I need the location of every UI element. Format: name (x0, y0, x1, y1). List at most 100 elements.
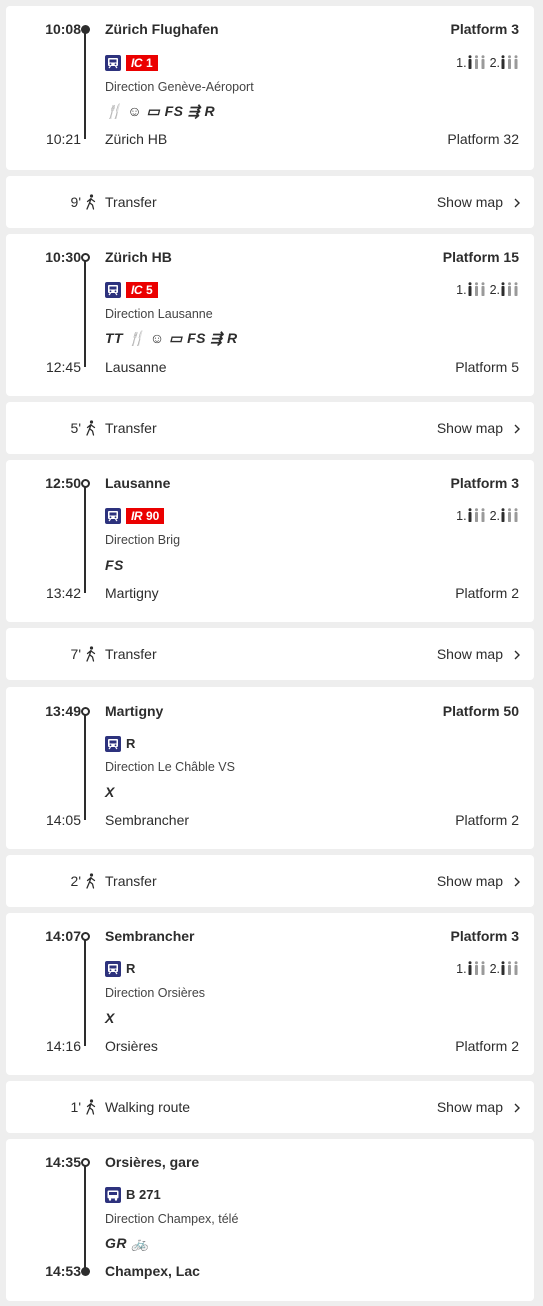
show-map-link[interactable]: Show map (437, 872, 503, 890)
direction-text: Direction Brig (105, 533, 181, 547)
direction-text: Direction Orsières (105, 986, 206, 1000)
arrival-time: 14:16 (45, 1038, 81, 1054)
arrival-time: 14:05 (45, 812, 81, 828)
departure-time: 14:07 (45, 928, 81, 944)
departure-time: 12:50 (45, 475, 81, 491)
walking-icon (84, 646, 98, 662)
line-badge: IC 5 (126, 282, 158, 298)
walking-icon (84, 420, 98, 436)
occupancy-indicator: 1. 2. (456, 282, 519, 298)
train-icon (105, 961, 121, 977)
direction-text: Direction Le Châble VS (105, 760, 235, 774)
arrival-platform: Platform 5 (455, 359, 519, 375)
transfer-duration: 1' (70, 1099, 81, 1115)
walking-icon (84, 873, 98, 889)
arrival-time: 12:45 (45, 359, 81, 375)
service-icons: FS (105, 557, 124, 573)
arrival-platform: Platform 2 (455, 1038, 519, 1054)
show-map-link[interactable]: Show map (437, 419, 503, 437)
transfer-label: Transfer (105, 194, 157, 210)
direction-text: Direction Champex, télé (105, 1212, 239, 1226)
line-label: R (126, 961, 136, 976)
chevron-right-icon[interactable] (513, 1101, 521, 1113)
transfer-label: Walking route (105, 1099, 191, 1115)
arrival-time: 10:21 (45, 131, 81, 147)
departure-platform: Platform 3 (450, 475, 519, 491)
occupancy-indicator: 1. 2. (456, 961, 519, 977)
service-icons: X (105, 1010, 115, 1026)
transfer-duration: 9' (70, 194, 81, 210)
arrival-time: 13:42 (45, 585, 81, 601)
timeline-dot (80, 478, 90, 488)
show-map-link[interactable]: Show map (437, 645, 503, 663)
timeline-line (84, 936, 86, 1046)
departure-time: 13:49 (45, 703, 81, 719)
service-icons: TT 🍴 ☺ ▭ FS ⇶ R (105, 330, 238, 346)
departure-platform: Platform 3 (450, 21, 519, 37)
departure-stop: Zürich Flughafen (105, 21, 219, 37)
bus-icon (105, 1187, 121, 1203)
transfer-duration: 5' (70, 420, 81, 436)
chevron-right-icon[interactable] (513, 422, 521, 434)
first-class-label: 1. (456, 56, 467, 70)
occupancy-indicator: 1. 2. (456, 55, 519, 71)
train-icon (105, 736, 121, 752)
occupancy-icon (467, 282, 486, 296)
transfer-duration: 2' (70, 873, 81, 889)
line-label: R (126, 736, 136, 751)
departure-stop: Zürich HB (105, 249, 172, 265)
arrival-stop: Orsières (105, 1038, 158, 1054)
line-label: B 271 (126, 1187, 161, 1202)
line-prefix: IR (131, 509, 143, 523)
first-class-label: 1. (456, 283, 467, 297)
chevron-right-icon[interactable] (513, 648, 521, 660)
departure-stop: Orsières, gare (105, 1154, 200, 1170)
occupancy-icon (467, 55, 486, 69)
line-prefix: IC (131, 283, 143, 297)
line-badge: IC 1 (126, 55, 158, 71)
line-number: 5 (146, 283, 153, 297)
timeline-dot (80, 252, 90, 262)
chevron-right-icon[interactable] (513, 875, 521, 887)
service-icons: 🍴 ☺ ▭ FS ⇶ R (105, 103, 216, 119)
show-map-link[interactable]: Show map (437, 193, 503, 211)
show-map-link[interactable]: Show map (437, 1098, 503, 1116)
departure-time: 10:08 (45, 21, 81, 37)
arrival-stop: Sembrancher (105, 812, 190, 828)
first-class-label: 1. (456, 509, 467, 523)
journey-details: 10:08 Zürich Flughafen Platform 3 10:21 Züri… (0, 0, 543, 1306)
departure-platform: Platform 15 (442, 249, 519, 265)
walking-icon (84, 1099, 98, 1115)
occupancy-icon (500, 282, 519, 296)
timeline-dot (80, 931, 90, 941)
departure-time: 14:35 (45, 1154, 81, 1170)
departure-platform: Platform 50 (442, 703, 519, 719)
timeline-dot (80, 1266, 90, 1276)
departure-platform: Platform 3 (450, 928, 519, 944)
occupancy-icon (500, 961, 519, 975)
arrival-stop: Lausanne (105, 359, 167, 375)
departure-stop: Lausanne (105, 475, 171, 491)
transfer-label: Transfer (105, 646, 157, 662)
line-badge: IR 90 (126, 508, 165, 524)
second-class-label: 2. (489, 509, 500, 523)
service-icons: GR 🚲 (105, 1235, 150, 1251)
chevron-right-icon[interactable] (513, 196, 521, 208)
train-icon (105, 55, 121, 71)
departure-stop: Martigny (105, 703, 164, 719)
timeline-line (84, 483, 86, 593)
line-prefix: IC (131, 56, 143, 70)
service-icons: X (105, 784, 115, 800)
timeline-dot (80, 706, 90, 716)
second-class-label: 2. (489, 56, 500, 70)
arrival-platform: Platform 2 (455, 812, 519, 828)
direction-text: Direction Genève-Aéroport (105, 80, 254, 94)
timeline-line (84, 711, 86, 820)
occupancy-icon (500, 508, 519, 522)
train-icon (105, 508, 121, 524)
timeline-line (84, 1162, 86, 1271)
departure-stop: Sembrancher (105, 928, 195, 944)
arrival-stop: Zürich HB (105, 131, 168, 147)
line-number: 90 (146, 509, 160, 523)
arrival-platform: Platform 2 (455, 585, 519, 601)
